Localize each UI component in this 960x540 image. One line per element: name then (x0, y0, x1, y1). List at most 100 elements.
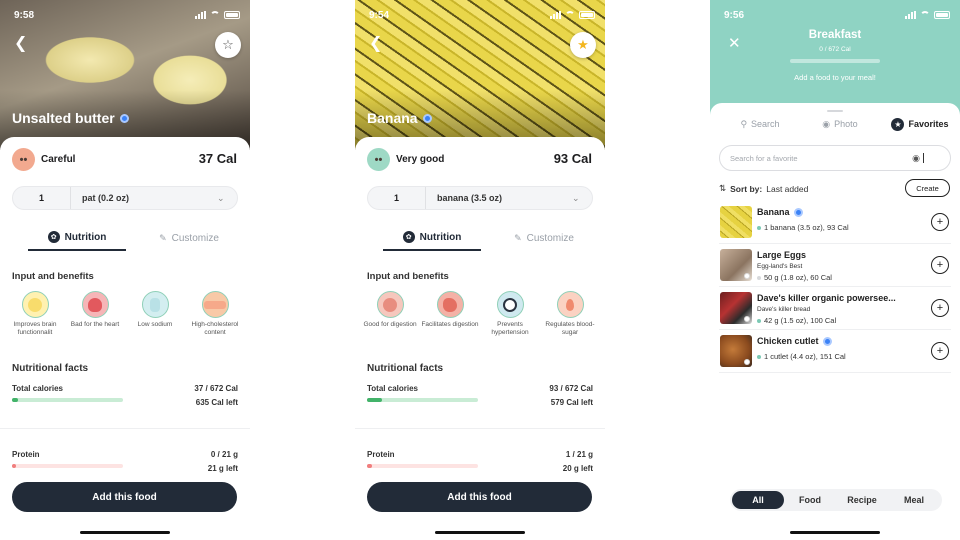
tab-nutrition-label: Nutrition (64, 231, 107, 243)
add-item-button[interactable]: + (931, 213, 949, 231)
tab-search[interactable]: ⚲ Search (720, 116, 800, 132)
add-item-button[interactable]: + (931, 299, 949, 317)
fact-value: 93 / 672 Cal (549, 384, 593, 393)
home-indicator (790, 531, 880, 534)
benefit-item[interactable]: Regulates blood-sugar (541, 291, 599, 337)
favorite-star-button[interactable]: ★ (570, 32, 596, 58)
serving-selector[interactable]: 1 banana (3.5 oz) ⌄ (367, 186, 593, 210)
tab-photo[interactable]: ◉ Photo (800, 116, 880, 132)
food-name: Banana (757, 207, 803, 217)
food-photo (0, 0, 250, 150)
tab-customize[interactable]: ✎ Customize (140, 225, 238, 251)
food-thumbnail (720, 206, 752, 238)
back-arrow-icon[interactable]: ❮ (14, 36, 30, 52)
filter-segmented-control: All Food Recipe Meal (730, 489, 942, 511)
fact-label: Total calories (12, 384, 63, 393)
divider (355, 428, 605, 429)
tab-customize-label: Customize (526, 232, 574, 244)
rating: •• Very good (367, 148, 444, 171)
fact-remaining: 21 g left (207, 464, 238, 473)
food-name: Large Eggs (757, 250, 806, 260)
food-picker-sheet: ⚲ Search ◉ Photo ★ Favorites Search for a f… (710, 103, 960, 540)
filter-all[interactable]: All (732, 491, 784, 509)
search-placeholder: Search for a favorite (730, 153, 798, 163)
meal-hint: Add a food to your meal! (794, 73, 876, 82)
picker-tabs: ⚲ Search ◉ Photo ★ Favorites (720, 116, 960, 132)
list-item[interactable]: Chicken cutlet 1 cutlet (4.4 oz), 151 Ca… (719, 331, 951, 373)
add-item-button[interactable]: + (931, 256, 949, 274)
chevron-down-icon: ⌄ (572, 192, 580, 203)
add-food-button[interactable]: Add this food (367, 482, 592, 512)
home-indicator (435, 531, 525, 534)
calorie-total: 93 Cal (553, 151, 592, 166)
food-name-text: Chicken cutlet (757, 336, 819, 346)
benefit-item[interactable]: Improves brain functionnalit (6, 291, 64, 337)
serving-selector[interactable]: 1 pat (0.2 oz) ⌄ (12, 186, 238, 210)
benefit-item[interactable]: Bad for the heart (66, 291, 124, 337)
tab-favorites[interactable]: ★ Favorites (880, 116, 960, 132)
verified-badge-icon (822, 336, 832, 346)
status-time: 9:54 (369, 9, 390, 21)
tab-favorites-label: Favorites (908, 119, 949, 129)
camera-icon[interactable]: ◉ (912, 153, 920, 164)
sort-label: Sort by: (730, 183, 763, 194)
back-arrow-icon[interactable]: ❮ (369, 36, 385, 52)
signal-icon (195, 11, 206, 19)
signal-icon (550, 11, 561, 19)
sort-value: Last added (766, 183, 809, 194)
fact-value: 37 / 672 Cal (194, 384, 238, 393)
favorite-search-input[interactable]: Search for a favorite ◉ (719, 145, 951, 171)
tab-nutrition[interactable]: ✿ Nutrition (28, 225, 126, 251)
benefit-item[interactable]: Facilitates digestion (421, 291, 479, 337)
pencil-icon: ✎ (159, 232, 167, 243)
star-filled-icon: ★ (577, 37, 589, 52)
sort-control[interactable]: ⇅ Sort by: Last added (719, 183, 808, 194)
calorie-total: 37 Cal (198, 151, 237, 166)
food-desc: 1 banana (3.5 oz), 93 Cal (757, 223, 849, 232)
filter-food[interactable]: Food (784, 491, 836, 509)
benefits-list: Improves brain functionnalit Bad for the… (6, 291, 244, 337)
sad-face-icon: •• (12, 148, 35, 171)
happy-face-icon: •• (367, 148, 390, 171)
divider (0, 428, 250, 429)
food-title: Unsalted butter (12, 110, 129, 126)
benefit-item[interactable]: Prevents hypertension (481, 291, 539, 337)
detail-tabs: ✿ Nutrition ✎ Customize (367, 225, 593, 251)
rating: •• Careful (12, 148, 75, 171)
benefit-label: Prevents hypertension (491, 321, 529, 336)
status-time: 9:56 (724, 9, 745, 21)
home-indicator (80, 531, 170, 534)
tab-customize[interactable]: ✎ Customize (495, 225, 593, 251)
food-detail-sheet: •• Very good 93 Cal 1 banana (3.5 oz) ⌄ … (355, 137, 605, 540)
benefit-item[interactable]: Low sodium (126, 291, 184, 337)
facts-heading: Nutritional facts (12, 363, 89, 374)
list-item[interactable]: Dave's killer organic powersee... Dave's… (719, 288, 951, 330)
filter-recipe[interactable]: Recipe (836, 491, 888, 509)
progress-bar (367, 464, 478, 468)
create-button[interactable]: Create (905, 179, 950, 197)
fact-label: Protein (367, 450, 395, 459)
list-item[interactable]: Banana 1 banana (3.5 oz), 93 Cal + (719, 202, 951, 244)
detail-tabs: ✿ Nutrition ✎ Customize (12, 225, 238, 251)
food-detail-sheet: •• Careful 37 Cal 1 pat (0.2 oz) ⌄ ✿ Nutr… (0, 137, 250, 540)
serving-quantity-input[interactable]: 1 (13, 187, 71, 209)
benefits-list: Good for digestion Facilitates digestion… (361, 291, 599, 337)
filter-meal[interactable]: Meal (888, 491, 940, 509)
serving-unit-select[interactable]: banana (3.5 oz) (426, 193, 572, 203)
serving-quantity-input[interactable]: 1 (368, 187, 426, 209)
progress-bar (12, 398, 123, 402)
add-food-button[interactable]: Add this food (12, 482, 237, 512)
favorite-star-button[interactable]: ☆ (215, 32, 241, 58)
list-item[interactable]: Large Eggs Egg-land's Best 50 g (1.8 oz)… (719, 245, 951, 287)
meal-title: Breakfast (808, 29, 862, 41)
tab-nutrition[interactable]: ✿ Nutrition (383, 225, 481, 251)
add-item-button[interactable]: + (931, 342, 949, 360)
food-thumbnail (720, 292, 752, 324)
sheet-grabber[interactable] (827, 110, 843, 112)
rating-label: Very good (396, 154, 445, 165)
serving-unit-select[interactable]: pat (0.2 oz) (71, 193, 217, 203)
battery-icon (579, 11, 595, 19)
fact-label: Protein (12, 450, 40, 459)
benefit-item[interactable]: Good for digestion (361, 291, 419, 337)
benefit-item[interactable]: High-cholesterol content (186, 291, 244, 337)
